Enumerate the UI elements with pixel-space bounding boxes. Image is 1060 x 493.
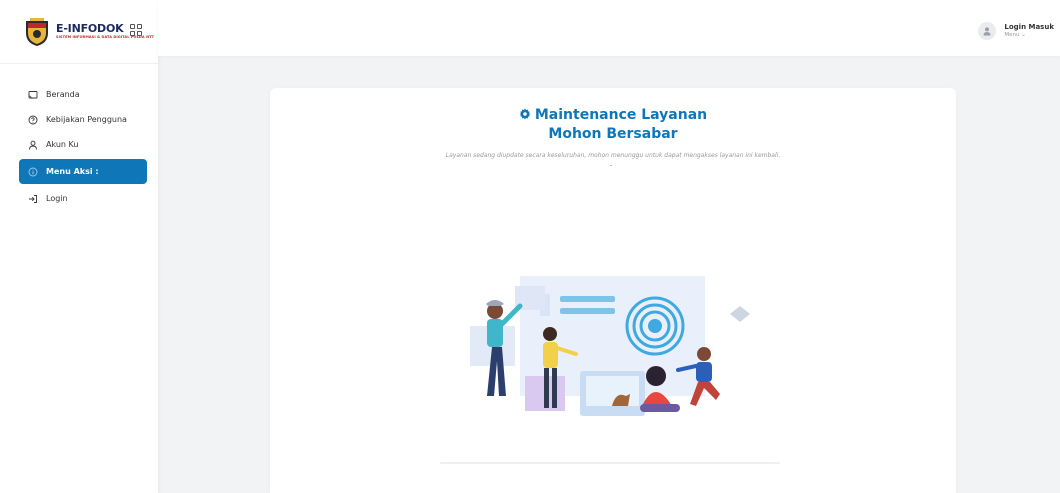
sidebar-item-beranda[interactable]: Beranda <box>0 82 158 107</box>
maintenance-illustration <box>440 266 790 476</box>
sidebar-item-label: Kebijakan Pengguna <box>46 115 127 124</box>
maintenance-description: Layanan sedang diupdate secara keseluruh… <box>445 152 781 159</box>
user-name[interactable]: Login Masuk <box>1004 23 1054 32</box>
sidebar: E-INFODOK SISTEM INFORMASI & DATA DIGITA… <box>0 0 158 493</box>
sidebar-item-label: Beranda <box>46 90 80 99</box>
user-icon <box>28 140 38 150</box>
brand-header: E-INFODOK SISTEM INFORMASI & DATA DIGITA… <box>0 0 158 64</box>
gear-icon <box>519 108 531 124</box>
brand-subtitle: SISTEM INFORMASI & DATA DIGITAL POLDA NT… <box>56 35 155 40</box>
sidebar-item-label: Menu Aksi : <box>46 167 99 176</box>
user-menu-label[interactable]: Menu ⌄ <box>1004 32 1054 39</box>
user-menu-dropdown[interactable]: Login Masuk Menu ⌄ <box>978 22 1054 40</box>
cast-icon <box>28 90 38 100</box>
info-circle-icon <box>28 167 38 177</box>
sidebar-item-kebijakan-pengguna[interactable]: Kebijakan Pengguna <box>0 107 158 132</box>
help-circle-icon <box>28 115 38 125</box>
page-title: Maintenance Layanan <box>270 107 956 124</box>
sidebar-item-menu-aksi[interactable]: Menu Aksi : <box>19 159 147 184</box>
maintenance-title: Maintenance Layanan <box>534 107 708 123</box>
login-icon <box>28 194 38 204</box>
maintenance-card: Maintenance Layanan Mohon Bersabar Layan… <box>270 88 956 493</box>
top-bar: Login Masuk Menu ⌄ <box>158 0 1060 56</box>
sidebar-item-login[interactable]: Login <box>0 186 158 211</box>
sidebar-item-akun-ku[interactable]: Akun Ku <box>0 132 158 157</box>
page-subtitle: Mohon Bersabar <box>548 126 678 142</box>
sidebar-toggle-grid-icon[interactable] <box>130 24 142 36</box>
sidebar-menu: Beranda Kebijakan Pengguna Akun Ku Menu … <box>0 64 158 211</box>
police-logo-icon <box>24 17 50 47</box>
avatar[interactable] <box>978 22 997 40</box>
sidebar-item-label: Login <box>46 194 68 203</box>
sidebar-item-label: Akun Ku <box>46 140 79 149</box>
divider <box>610 165 612 166</box>
